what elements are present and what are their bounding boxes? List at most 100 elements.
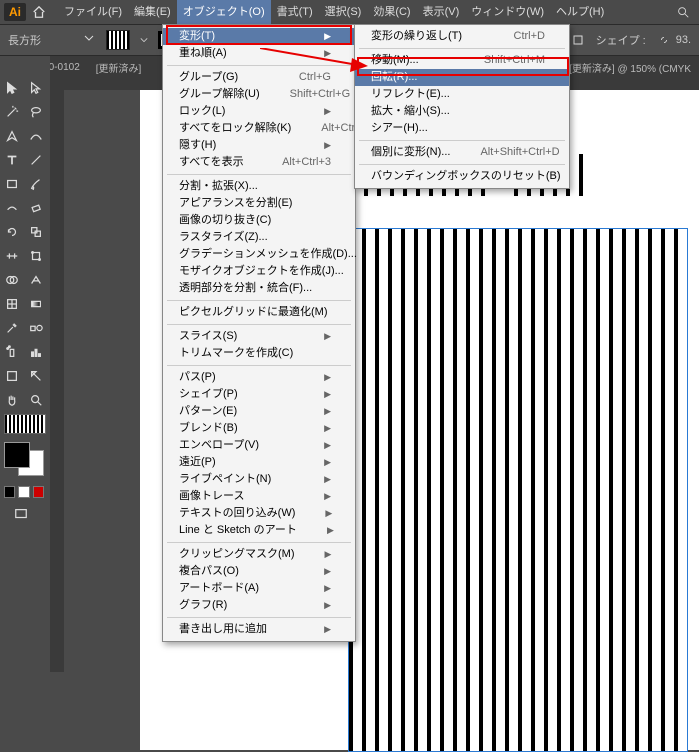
menu-item[interactable]: 複合パス(O)▶	[163, 563, 355, 580]
menu-item[interactable]: リフレクト(E)...	[355, 86, 569, 103]
submenu-arrow-icon: ▶	[325, 505, 332, 522]
lasso-tool-icon[interactable]	[25, 101, 47, 123]
menu-item[interactable]: グラフ(R)▶	[163, 597, 355, 614]
menu-item[interactable]: 隠す(H)▶	[163, 137, 355, 154]
draw-mode-icons[interactable]	[4, 486, 44, 498]
menubar-item[interactable]: オブジェクト(O)	[177, 0, 271, 24]
slice-tool-icon[interactable]	[25, 365, 47, 387]
menu-item[interactable]: アートボード(A)▶	[163, 580, 355, 597]
menu-item[interactable]: グラデーションメッシュを作成(D)...	[163, 246, 355, 263]
menu-item-shortcut: Alt+Shift+Ctrl+D	[480, 144, 559, 161]
shaper-tool-icon[interactable]	[1, 197, 23, 219]
menu-item[interactable]: すべてを表示Alt+Ctrl+3	[163, 154, 355, 171]
menu-item[interactable]: グループ解除(U)Shift+Ctrl+G	[163, 86, 355, 103]
chevron-down-icon[interactable]	[134, 30, 154, 50]
menu-item-label: 個別に変形(N)...	[371, 144, 450, 161]
menu-item[interactable]: 変形の繰り返し(T)Ctrl+D	[355, 28, 569, 45]
shape-builder-tool-icon[interactable]	[1, 269, 23, 291]
selection-tool-icon[interactable]	[1, 77, 23, 99]
menu-item[interactable]: モザイクオブジェクトを作成(J)...	[163, 263, 355, 280]
menu-item[interactable]: アピアランスを分割(E)	[163, 195, 355, 212]
menu-item[interactable]: 画像の切り抜き(C)	[163, 212, 355, 229]
menu-item[interactable]: 個別に変形(N)... Alt+Shift+Ctrl+D	[355, 144, 569, 161]
menu-item[interactable]: Line と Sketch のアート▶	[163, 522, 355, 539]
menu-item[interactable]: 画像トレース▶	[163, 488, 355, 505]
menubar-item[interactable]: 効果(C)	[367, 0, 416, 24]
hand-tool-icon[interactable]	[1, 389, 23, 411]
menu-item[interactable]: シェイプ(P)▶	[163, 386, 355, 403]
menu-item[interactable]: トリムマークを作成(C)	[163, 345, 355, 362]
menu-item-label: すべてをロック解除(K)	[179, 120, 291, 137]
perspective-tool-icon[interactable]	[25, 269, 47, 291]
submenu-arrow-icon: ▶	[324, 621, 331, 638]
menu-item[interactable]: パス(P)▶	[163, 369, 355, 386]
blend-tool-icon[interactable]	[25, 317, 47, 339]
menu-item[interactable]: 移動(M)...Shift+Ctrl+M	[355, 52, 569, 69]
menubar-item[interactable]: ファイル(F)	[58, 0, 128, 24]
screen-mode-icon[interactable]	[1, 503, 41, 525]
paintbrush-tool-icon[interactable]	[25, 173, 47, 195]
menu-item[interactable]: ピクセルグリッドに最適化(M)	[163, 304, 355, 321]
fill-swatch[interactable]	[106, 30, 130, 50]
submenu-arrow-icon: ▶	[324, 386, 331, 403]
submenu-arrow-icon: ▶	[324, 471, 331, 488]
zoom-tool-icon[interactable]	[25, 389, 47, 411]
menu-item[interactable]: ブレンド(B)▶	[163, 420, 355, 437]
eyedropper-tool-icon[interactable]	[1, 317, 23, 339]
menu-item[interactable]: 書き出し用に追加▶	[163, 621, 355, 638]
chevron-down-icon[interactable]	[84, 33, 98, 47]
artboard-tool-icon[interactable]	[1, 365, 23, 387]
menu-item-label: リフレクト(E)...	[371, 86, 450, 103]
link-icon[interactable]	[654, 30, 674, 50]
pattern-swatch[interactable]	[4, 414, 46, 434]
menu-separator	[167, 365, 351, 366]
rotate-tool-icon[interactable]	[1, 221, 23, 243]
menu-separator	[167, 300, 351, 301]
direct-select-tool-icon[interactable]	[25, 77, 47, 99]
menu-item[interactable]: 分割・拡張(X)...	[163, 178, 355, 195]
menu-item[interactable]: 変形(T)▶	[163, 28, 355, 45]
menu-item[interactable]: パターン(E)▶	[163, 403, 355, 420]
menu-item[interactable]: 遠近(P)▶	[163, 454, 355, 471]
mesh-tool-icon[interactable]	[1, 293, 23, 315]
type-tool-icon[interactable]	[1, 149, 23, 171]
menubar-item[interactable]: 編集(E)	[128, 0, 177, 24]
rectangle-tool-icon[interactable]	[1, 173, 23, 195]
pen-tool-icon[interactable]	[1, 125, 23, 147]
eraser-tool-icon[interactable]	[25, 197, 47, 219]
menu-item[interactable]: シアー(H)...	[355, 120, 569, 137]
free-transform-tool-icon[interactable]	[25, 245, 47, 267]
menu-item[interactable]: テキストの回り込み(W)▶	[163, 505, 355, 522]
menu-item[interactable]: すべてをロック解除(K)Alt+Ctrl+2	[163, 120, 355, 137]
selected-stripe-rectangle[interactable]	[348, 228, 688, 752]
transform-icon[interactable]	[568, 30, 588, 50]
menu-item[interactable]: 回転(R)...	[355, 69, 569, 86]
magic-wand-tool-icon[interactable]	[1, 101, 23, 123]
menu-item[interactable]: 透明部分を分割・統合(F)...	[163, 280, 355, 297]
symbol-sprayer-tool-icon[interactable]	[1, 341, 23, 363]
menu-item[interactable]: 拡大・縮小(S)...	[355, 103, 569, 120]
shape-field-label: シェイプ :	[596, 32, 646, 48]
menu-item[interactable]: ライブペイント(N)▶	[163, 471, 355, 488]
line-tool-icon[interactable]	[25, 149, 47, 171]
menubar-item[interactable]: ウィンドウ(W)	[465, 0, 550, 24]
menu-item[interactable]: ロック(L)▶	[163, 103, 355, 120]
graph-tool-icon[interactable]	[25, 341, 47, 363]
menu-item[interactable]: エンベロープ(V)▶	[163, 437, 355, 454]
curvature-tool-icon[interactable]	[25, 125, 47, 147]
search-icon[interactable]	[673, 2, 693, 22]
menubar-item[interactable]: 書式(T)	[271, 0, 319, 24]
home-icon[interactable]	[30, 3, 48, 21]
menubar-item[interactable]: ヘルプ(H)	[550, 0, 610, 24]
width-tool-icon[interactable]	[1, 245, 23, 267]
menu-item[interactable]: ラスタライズ(Z)...	[163, 229, 355, 246]
scale-tool-icon[interactable]	[25, 221, 47, 243]
menubar-item[interactable]: 選択(S)	[319, 0, 368, 24]
gradient-tool-icon[interactable]	[25, 293, 47, 315]
menu-item[interactable]: クリッピングマスク(M)▶	[163, 546, 355, 563]
menu-item-shortcut: Shift+Ctrl+M	[484, 52, 545, 69]
fill-stroke-swatch[interactable]	[4, 442, 44, 476]
menubar-item[interactable]: 表示(V)	[417, 0, 466, 24]
menu-item[interactable]: バウンディングボックスのリセット(B)	[355, 168, 569, 185]
menu-item[interactable]: スライス(S)▶	[163, 328, 355, 345]
